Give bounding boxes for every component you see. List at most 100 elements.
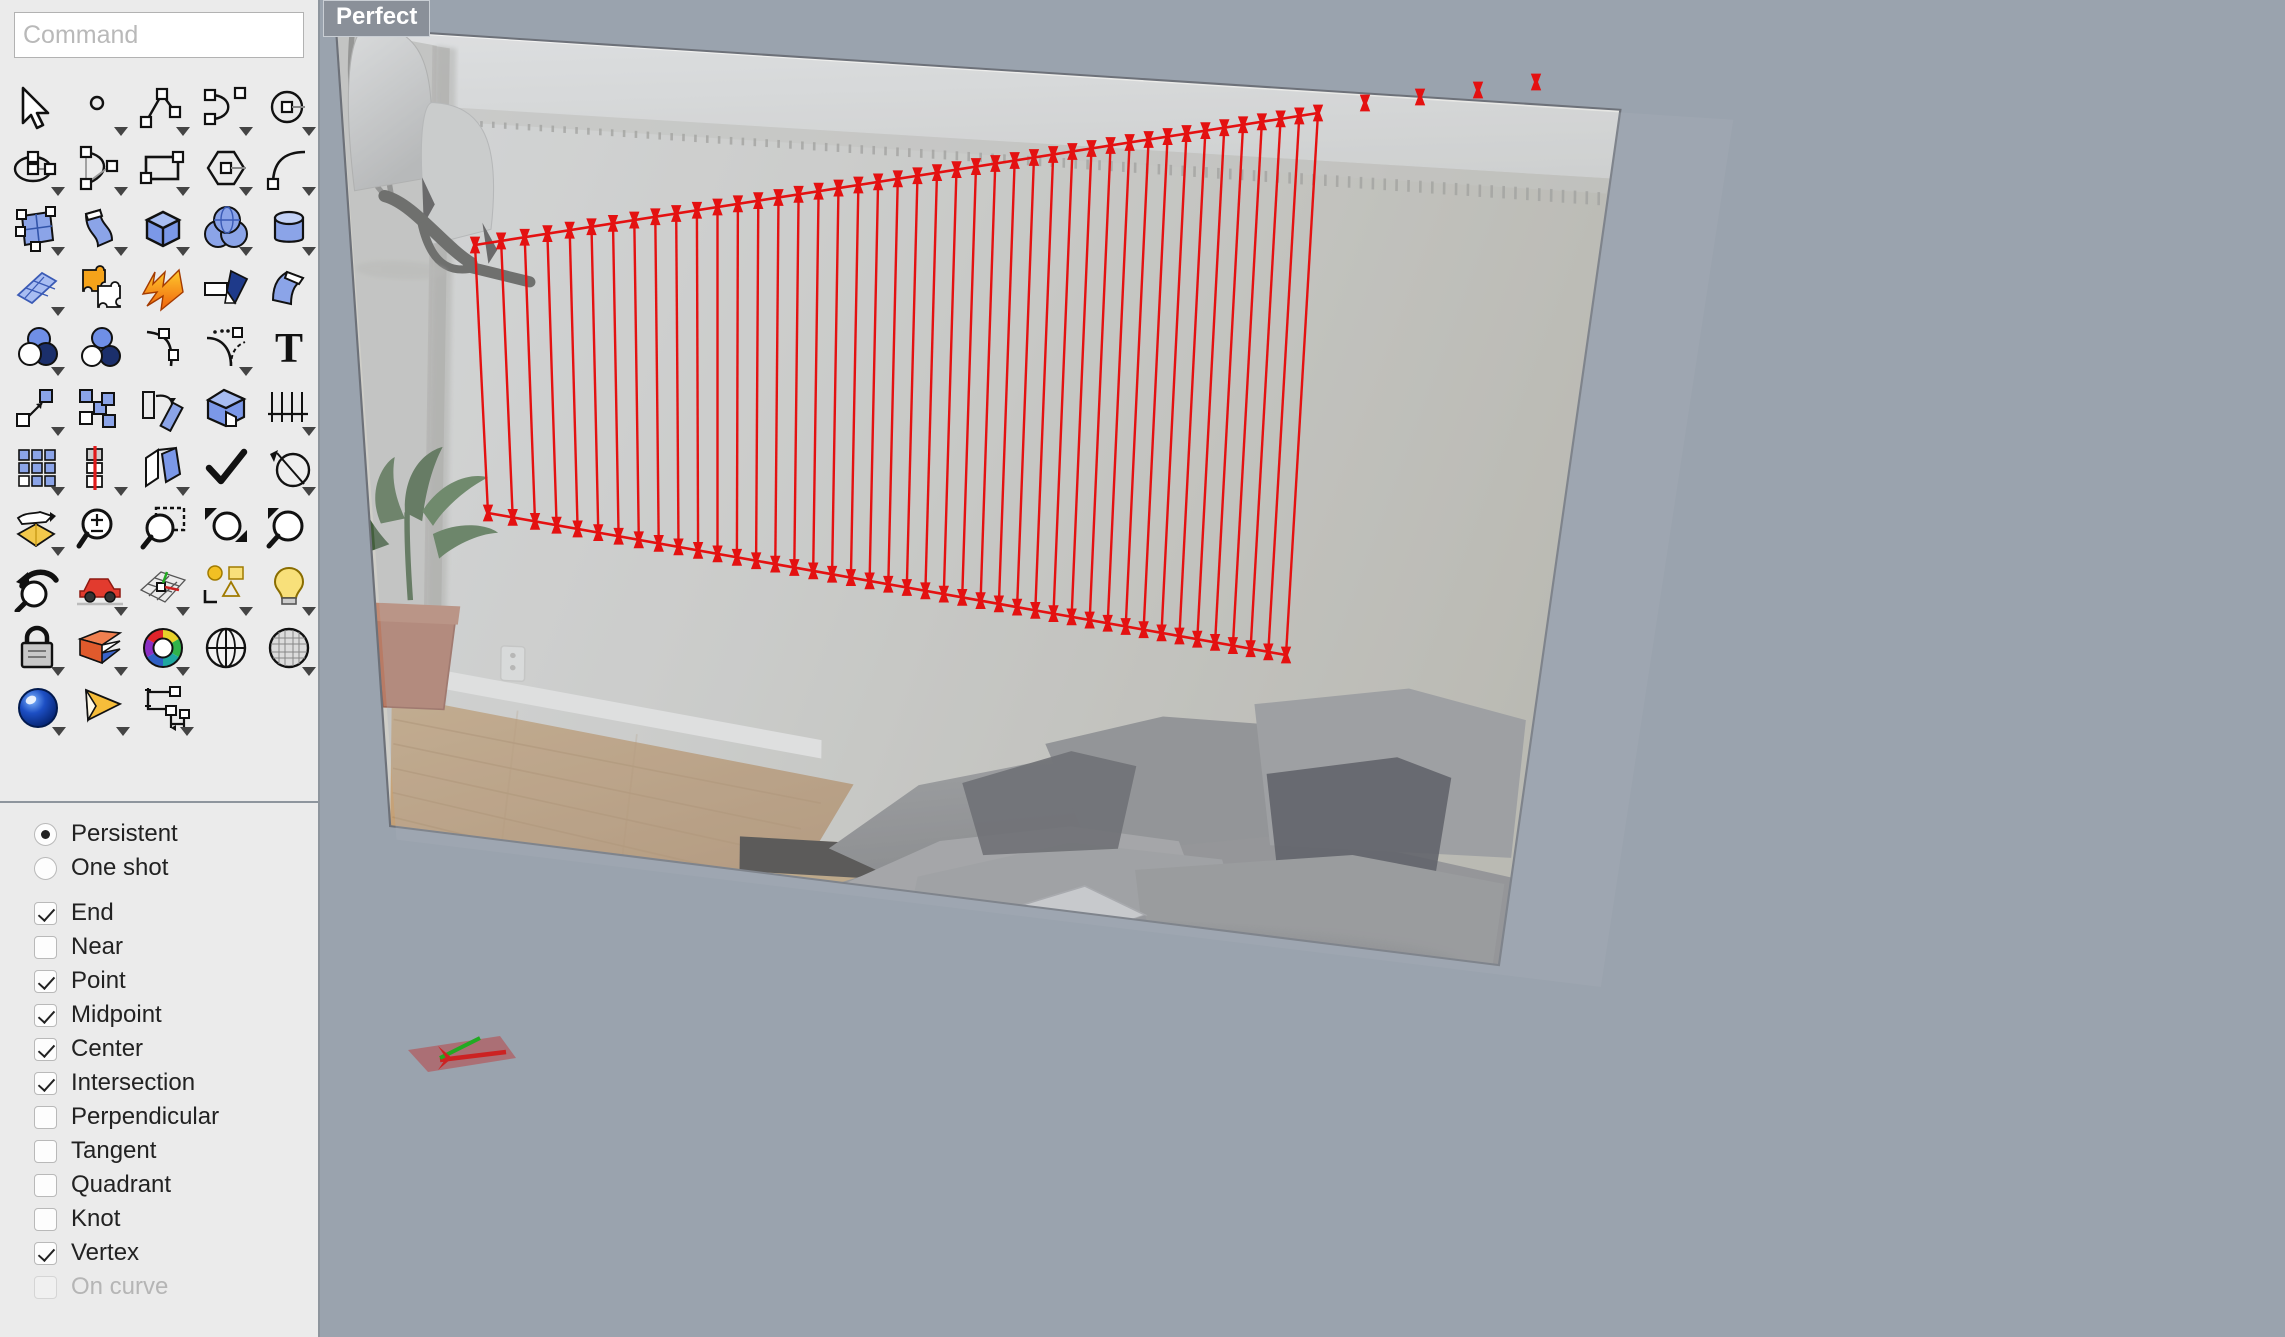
polygon-icon[interactable] — [196, 138, 255, 198]
color-wheel-icon[interactable] — [134, 618, 193, 678]
sphere-solid-icon[interactable] — [196, 198, 255, 258]
rectangle-icon[interactable] — [134, 138, 193, 198]
flyout-arrow-icon[interactable] — [301, 607, 316, 616]
boolean-union-icon[interactable] — [8, 318, 67, 378]
ellipse-icon[interactable] — [8, 138, 67, 198]
undo-view-icon[interactable] — [8, 558, 67, 618]
flyout-arrow-icon[interactable] — [180, 727, 194, 736]
zoom-extents-icon[interactable] — [196, 498, 255, 558]
flyout-arrow-icon[interactable] — [116, 727, 130, 736]
surface-from-points-icon[interactable] — [8, 198, 67, 258]
mesh-plane-icon[interactable] — [8, 258, 67, 318]
move-icon[interactable] — [8, 378, 67, 438]
osnap-item-near[interactable]: Near — [34, 930, 318, 964]
radio-persistent-icon[interactable] — [34, 822, 57, 846]
block-tree-icon[interactable] — [136, 678, 196, 738]
layers-icon[interactable] — [71, 618, 130, 678]
viewport[interactable]: Perfect — [320, 0, 2285, 1337]
mirror-icon[interactable] — [71, 438, 130, 498]
trim-icon[interactable] — [259, 438, 318, 498]
flyout-arrow-icon[interactable] — [50, 187, 65, 196]
lock-icon[interactable] — [8, 618, 67, 678]
flyout-arrow-icon[interactable] — [301, 247, 316, 256]
point-icon[interactable] — [71, 78, 130, 138]
osnap-item-midpoint[interactable]: Midpoint — [34, 998, 318, 1032]
checkbox-intersection-icon[interactable] — [34, 1071, 57, 1095]
render-mesh-icon[interactable] — [259, 618, 318, 678]
array-grid-icon[interactable] — [8, 438, 67, 498]
light-icon[interactable] — [259, 558, 318, 618]
checkbox-end-icon[interactable] — [34, 901, 57, 925]
flyout-arrow-icon[interactable] — [239, 247, 254, 256]
flyout-arrow-icon[interactable] — [239, 607, 254, 616]
flyout-arrow-icon[interactable] — [50, 667, 65, 676]
flyout-arrow-icon[interactable] — [113, 187, 128, 196]
explode-icon[interactable] — [134, 258, 193, 318]
box-solid-icon[interactable] — [134, 198, 193, 258]
boolean-puzzle-icon[interactable] — [71, 258, 130, 318]
flyout-arrow-icon[interactable] — [301, 127, 316, 136]
flyout-arrow-icon[interactable] — [113, 247, 128, 256]
osnap-item-intersection[interactable]: Intersection — [34, 1066, 318, 1100]
osnap-item-knot[interactable]: Knot — [34, 1202, 318, 1236]
render-sphere-icon[interactable] — [8, 678, 68, 738]
rotate-icon[interactable] — [134, 378, 193, 438]
osnap-item-center[interactable]: Center — [34, 1032, 318, 1066]
boolean-split-icon[interactable] — [71, 318, 130, 378]
flyout-arrow-icon[interactable] — [52, 727, 66, 736]
flyout-arrow-icon[interactable] — [113, 127, 128, 136]
pan-car-icon[interactable] — [71, 558, 130, 618]
dimension-icon[interactable] — [259, 378, 318, 438]
flyout-arrow-icon[interactable] — [176, 487, 191, 496]
flyout-arrow-icon[interactable] — [113, 667, 128, 676]
checkbox-perpendicular-icon[interactable] — [34, 1105, 57, 1129]
flyout-arrow-icon[interactable] — [50, 487, 65, 496]
conic-icon[interactable] — [259, 138, 318, 198]
flyout-arrow-icon[interactable] — [301, 427, 316, 436]
curve-extend-icon[interactable] — [196, 318, 255, 378]
osnap-item-perpendicular[interactable]: Perpendicular — [34, 1100, 318, 1134]
paint-wedge-icon[interactable] — [196, 258, 255, 318]
flyout-arrow-icon[interactable] — [113, 607, 128, 616]
osnap-mode-persistent[interactable]: Persistent — [34, 817, 318, 851]
flyout-arrow-icon[interactable] — [301, 487, 316, 496]
sweep-surface-icon[interactable] — [71, 198, 130, 258]
boolean-difference-icon[interactable] — [196, 378, 255, 438]
curve-edit-icon[interactable] — [134, 318, 193, 378]
checkbox-quadrant-icon[interactable] — [34, 1173, 57, 1197]
flyout-arrow-icon[interactable] — [50, 547, 65, 556]
shade-sphere-icon[interactable] — [196, 618, 255, 678]
flyout-arrow-icon[interactable] — [176, 187, 191, 196]
checkbox-center-icon[interactable] — [34, 1037, 57, 1061]
flyout-arrow-icon[interactable] — [50, 427, 65, 436]
flyout-arrow-icon[interactable] — [113, 487, 128, 496]
origin-gizmo[interactable] — [408, 1036, 516, 1072]
drape-icon[interactable] — [8, 498, 67, 558]
flyout-arrow-icon[interactable] — [50, 367, 65, 376]
zoom-scale-icon[interactable] — [71, 498, 130, 558]
flyout-arrow-icon[interactable] — [301, 187, 316, 196]
osnap-item-end[interactable]: End — [34, 896, 318, 930]
checkbox-midpoint-icon[interactable] — [34, 1003, 57, 1027]
text-tool-icon[interactable]: T — [259, 318, 318, 378]
flyout-arrow-icon[interactable] — [239, 127, 254, 136]
arc-icon[interactable] — [71, 138, 130, 198]
osnap-item-vertex[interactable]: Vertex — [34, 1236, 318, 1270]
flyout-arrow-icon[interactable] — [50, 247, 65, 256]
check-select-icon[interactable] — [196, 438, 255, 498]
radio-one-shot-icon[interactable] — [34, 856, 57, 880]
osnap-mode-one-shot[interactable]: One shot — [34, 851, 318, 885]
flyout-arrow-icon[interactable] — [50, 307, 65, 316]
checkbox-knot-icon[interactable] — [34, 1207, 57, 1231]
circle-icon[interactable] — [259, 78, 318, 138]
select-arrow-icon[interactable] — [8, 78, 67, 138]
copy-icon[interactable] — [71, 378, 130, 438]
flyout-arrow-icon[interactable] — [176, 127, 191, 136]
flyout-arrow-icon[interactable] — [176, 607, 191, 616]
camera-cone-icon[interactable] — [72, 678, 132, 738]
zoom-window-icon[interactable] — [134, 498, 193, 558]
osnap-item-point[interactable]: Point — [34, 964, 318, 998]
cylinder-solid-icon[interactable] — [259, 198, 318, 258]
checkbox-tangent-icon[interactable] — [34, 1139, 57, 1163]
viewport-label[interactable]: Perfect — [323, 0, 431, 37]
